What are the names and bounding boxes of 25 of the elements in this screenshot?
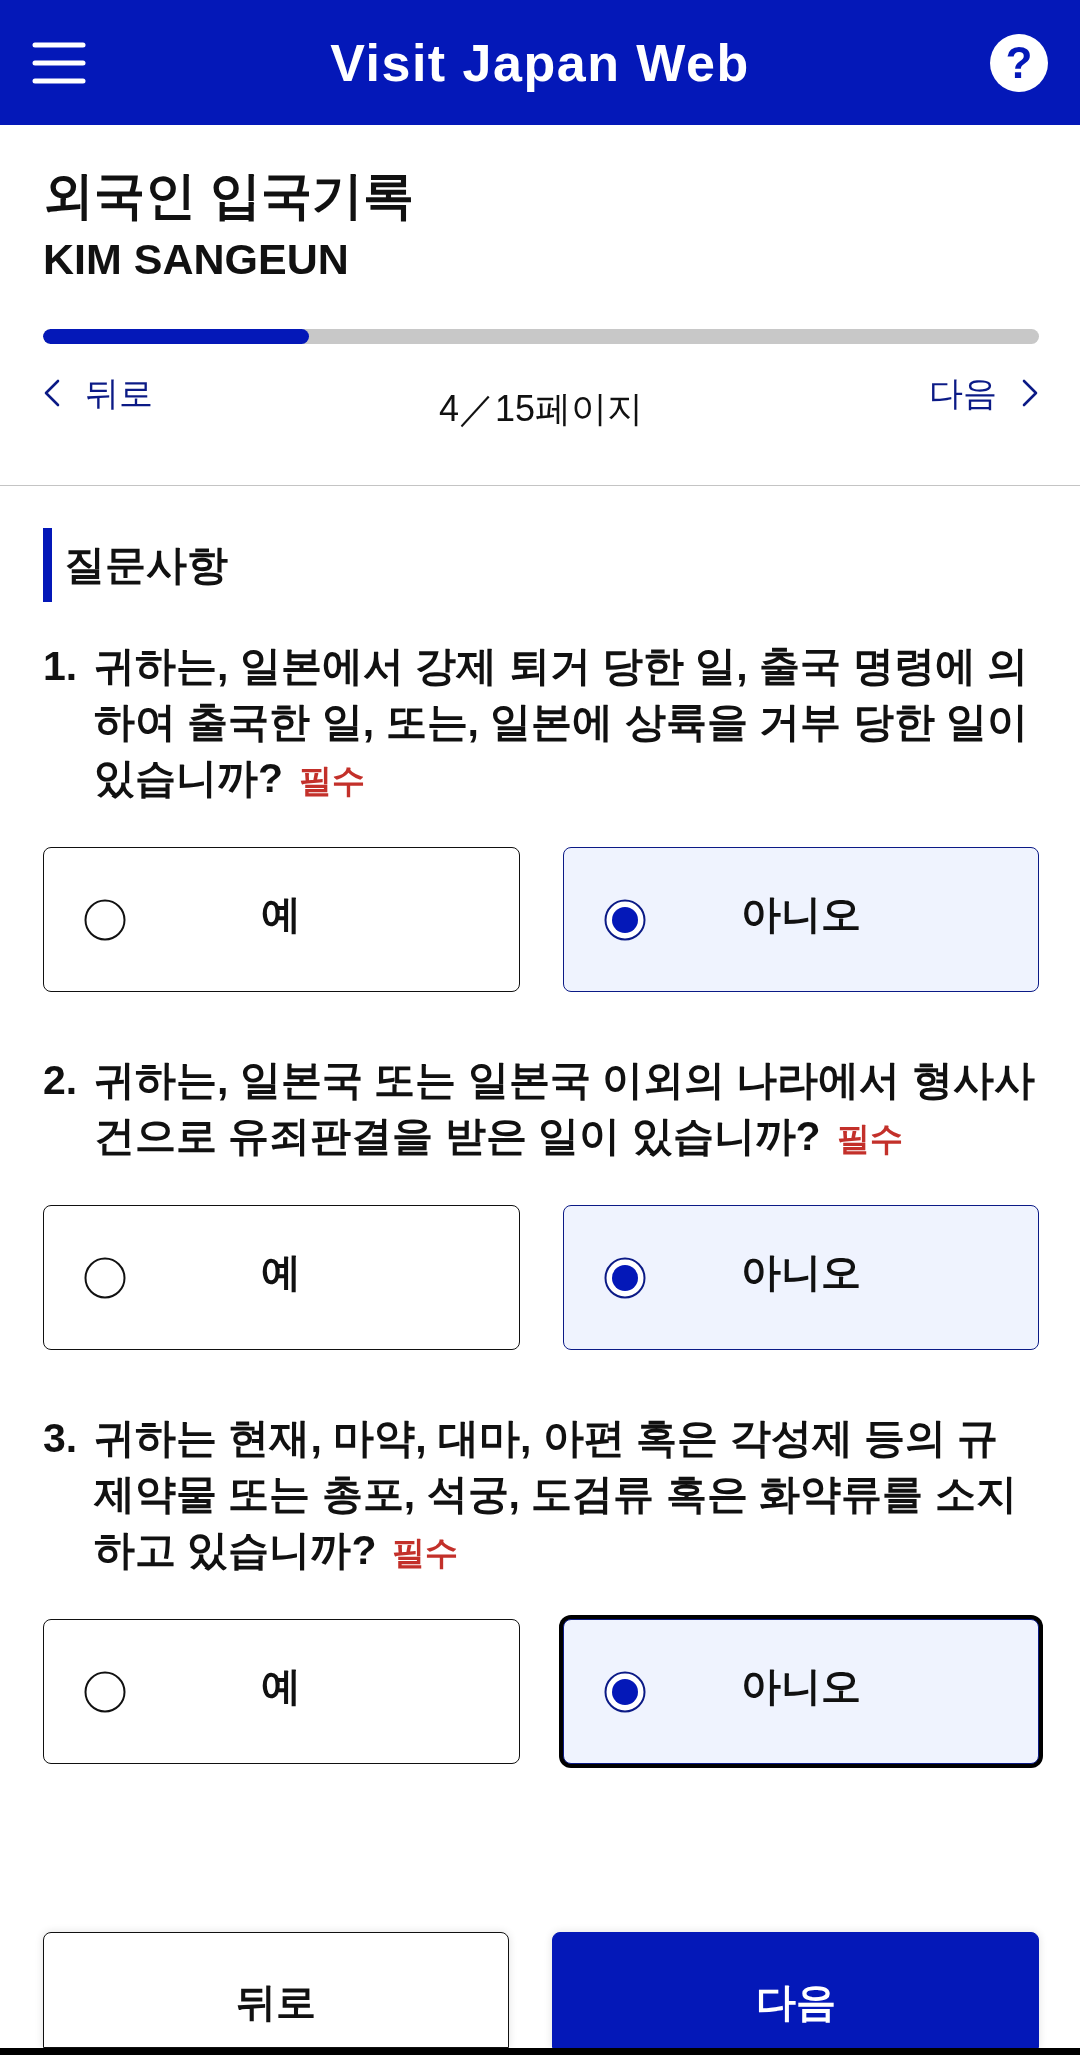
menu-icon [32, 41, 86, 84]
question-text: 귀하는, 일본에서 강제 퇴거 당한 일, 출국 명령에 의하여 출국한 일, 또는, 일본에 상륙을 거부 당한 일이 있습니까? 필수 [94, 642, 1029, 803]
answer-option[interactable]: 예 [43, 1205, 520, 1350]
question-number: 2. [43, 1056, 79, 1105]
menu-button[interactable] [32, 40, 86, 85]
answer-option[interactable]: 예 [43, 1619, 520, 1764]
answer-option[interactable]: 아니오 [562, 847, 1039, 992]
next-button[interactable]: 다음 [552, 1932, 1039, 2048]
answer-option[interactable]: 예 [43, 847, 520, 992]
page-counter: 4／15페이지 [438, 387, 644, 431]
chevron-right-icon [1021, 379, 1039, 407]
back-button[interactable]: 뒤로 [43, 1932, 509, 2048]
question-number: 1. [43, 642, 79, 691]
page-title: 외국인 입국기록 [43, 166, 416, 226]
answer-option[interactable]: 아니오 [562, 1205, 1039, 1350]
question-text: 귀하는, 일본국 또는 일본국 이외의 나라에서 형사사건으로 유죄판결을 받은 일이 있습니까? 필수 [94, 1056, 1036, 1161]
chevron-left-icon [43, 379, 61, 407]
section-heading: 질문사항 [43, 528, 1039, 602]
question-text: 귀하는 현재, 마약, 대마, 아편 혹은 각성제 등의 규제약물 또는 총포, 석궁, 도검류 혹은 화약류를 소지하고 있습니까? 필수 [94, 1414, 1018, 1575]
back-link[interactable]: 뒤로 [43, 369, 153, 417]
app-title: Visit Japan Web [329, 32, 751, 93]
question-number: 3. [43, 1414, 79, 1463]
next-link[interactable]: 다음 [929, 369, 1039, 417]
help-button[interactable]: ? [990, 33, 1048, 92]
person-name: KIM SANGEUN [43, 234, 350, 285]
